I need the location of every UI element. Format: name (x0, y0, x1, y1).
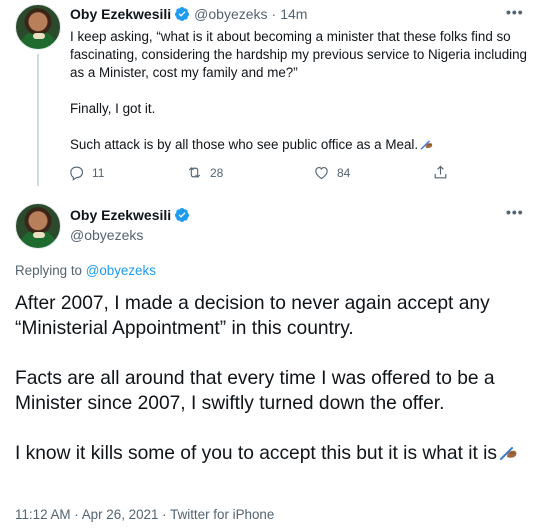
tweet-paragraph: Such attack is by all those who see publ… (70, 136, 530, 154)
more-options-icon[interactable]: ••• (506, 204, 524, 220)
tweet-time[interactable]: 14m (280, 6, 307, 22)
heart-icon (315, 166, 328, 180)
tweet-author-row: Oby Ezekwesili (70, 207, 190, 223)
avatar[interactable] (15, 4, 61, 50)
more-options-icon[interactable]: ••• (506, 4, 524, 20)
tweet-author-row: Oby Ezekwesili @obyezeks · 14m (70, 6, 307, 22)
reply-button[interactable]: 11 (68, 164, 104, 181)
tweet-paragraph: Facts are all around that every time I w… (15, 368, 495, 414)
tweet-text: I keep asking, “what is it about becomin… (70, 28, 530, 154)
verified-badge-icon (174, 207, 190, 223)
like-button[interactable]: 84 (313, 164, 350, 181)
share-icon (434, 165, 447, 179)
tweet-source[interactable]: Twitter for iPhone (170, 507, 274, 522)
reply-count: 11 (92, 165, 105, 180)
replying-to-label: Replying to (15, 263, 82, 278)
tweet-paragraph: After 2007, I made a decision to never a… (15, 293, 490, 339)
source-separator: · (162, 507, 167, 522)
reply-icon (70, 166, 84, 181)
author-handle[interactable]: @obyezeks (194, 6, 267, 22)
retweet-icon (188, 167, 201, 178)
like-count: 84 (337, 165, 351, 180)
writing-hand-emoji-icon (500, 447, 517, 460)
author-display-name[interactable]: Oby Ezekwesili (70, 207, 171, 223)
avatar[interactable] (15, 203, 61, 249)
tweet-paragraph: I know it kills some of you to accept th… (15, 441, 535, 466)
replying-to: Replying to @obyezeks (15, 263, 156, 278)
writing-hand-emoji-icon (420, 140, 433, 150)
tweet-text: After 2007, I made a decision to never a… (15, 291, 535, 466)
share-button[interactable] (432, 164, 449, 181)
tweet-actions: 11 28 84 (68, 164, 458, 184)
thread-connector-line (37, 54, 39, 186)
author-handle[interactable]: @obyezeks (70, 227, 143, 243)
tweet-previous[interactable]: Oby Ezekwesili @obyezeks · 14m ••• I kee… (0, 0, 545, 193)
replying-to-link[interactable]: @obyezeks (86, 263, 156, 278)
time-separator: · (271, 6, 277, 22)
tweet-paragraph: Finally, I got it. (70, 101, 156, 116)
retweet-count: 28 (210, 165, 224, 180)
retweet-button[interactable]: 28 (186, 164, 223, 181)
tweet-paragraph-text: I know it kills some of you to accept th… (15, 443, 498, 464)
tweet-timestamp[interactable]: 11:12 AM · Apr 26, 2021 (15, 507, 158, 522)
tweet-meta: 11:12 AM · Apr 26, 2021 · Twitter for iP… (15, 507, 274, 522)
tweet-paragraph: I keep asking, “what is it about becomin… (70, 29, 528, 80)
author-display-name[interactable]: Oby Ezekwesili (70, 6, 171, 22)
verified-badge-icon (174, 6, 190, 22)
tweet-paragraph-text: Such attack is by all those who see publ… (70, 137, 419, 152)
